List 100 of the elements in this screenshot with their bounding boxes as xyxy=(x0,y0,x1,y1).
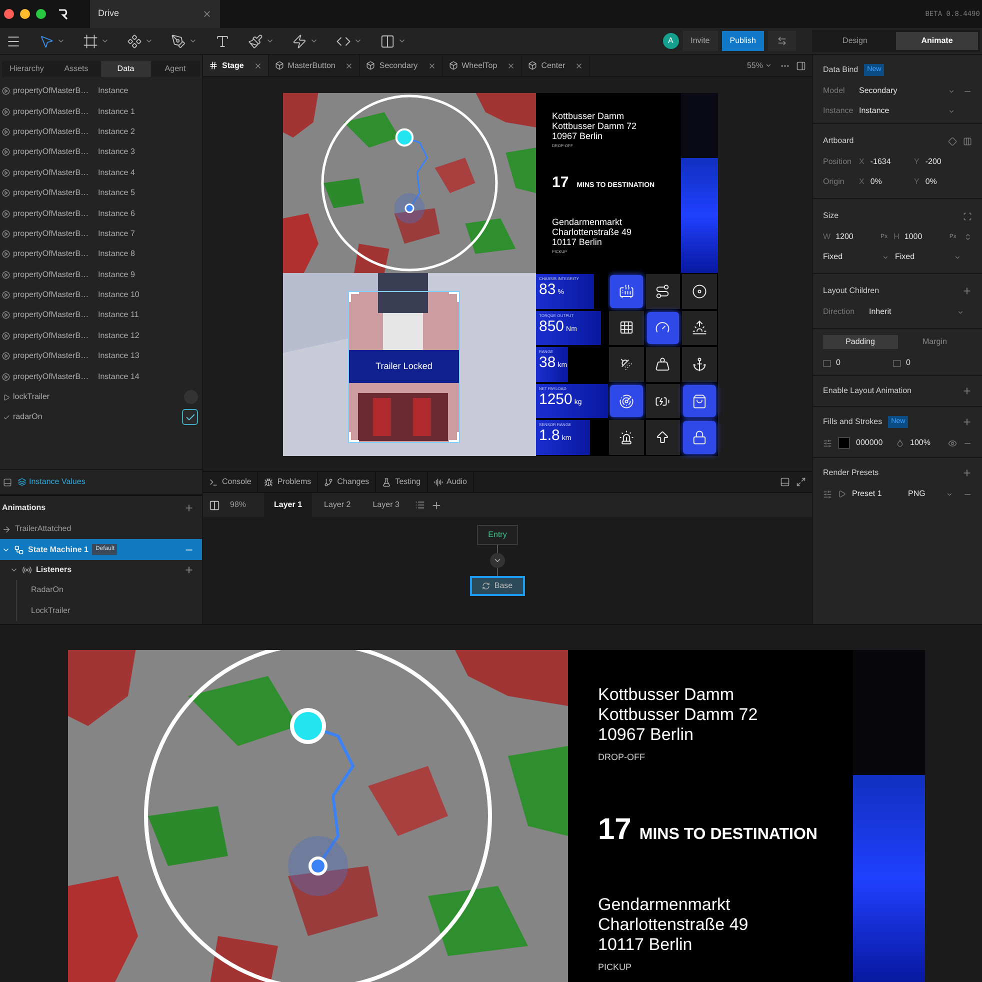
panel-tab[interactable]: Testing xyxy=(376,472,428,492)
animation-item[interactable]: TrailerAttatched xyxy=(0,519,202,540)
corner-handle[interactable] xyxy=(449,432,459,442)
expand-icon[interactable] xyxy=(2,270,10,279)
expand-icon[interactable] xyxy=(2,148,10,156)
add-icon[interactable] xyxy=(962,286,972,296)
selection-frame[interactable]: Trailer Locked xyxy=(348,291,460,443)
number-field[interactable]: 0 xyxy=(893,357,963,369)
publish-button[interactable]: Publish xyxy=(722,31,764,51)
instance-values-link[interactable]: Instance Values xyxy=(18,476,86,488)
number-field[interactable]: 0 xyxy=(823,357,893,369)
stepper-icon[interactable] xyxy=(964,233,972,241)
close-icon[interactable] xyxy=(575,62,584,70)
columns-tool[interactable] xyxy=(380,34,406,48)
control-tile[interactable] xyxy=(609,310,644,346)
add-icon[interactable] xyxy=(431,500,442,510)
expand-icon[interactable] xyxy=(2,108,10,116)
dropdown[interactable]: Fixed xyxy=(895,251,967,263)
pen-tool[interactable] xyxy=(171,34,197,48)
expand-icon[interactable] xyxy=(2,372,10,381)
expand-icon[interactable] xyxy=(2,189,10,198)
frame-tool[interactable] xyxy=(83,34,109,48)
number-field[interactable]: Y 0% xyxy=(914,176,969,188)
text-tool[interactable] xyxy=(215,34,230,48)
animation-item[interactable]: RadarOn xyxy=(0,580,202,601)
dropdown[interactable]: Inherit xyxy=(869,306,972,318)
control-tile[interactable] xyxy=(682,310,717,346)
panel-tab[interactable]: Data xyxy=(101,61,150,77)
add-icon[interactable] xyxy=(184,564,194,575)
dropdown[interactable]: Fixed xyxy=(823,251,895,263)
document-tab[interactable]: Center xyxy=(522,55,590,76)
menu-tool[interactable] xyxy=(6,34,21,48)
panel-icon[interactable] xyxy=(796,60,806,70)
play-icon[interactable] xyxy=(838,490,846,498)
swap-button[interactable] xyxy=(768,31,796,51)
state-node[interactable]: Base xyxy=(470,576,525,596)
pointer-tool[interactable] xyxy=(39,34,65,48)
bolt-tool[interactable] xyxy=(292,34,318,48)
document-tab[interactable]: Drive xyxy=(90,0,220,28)
document-tab[interactable]: Secondary xyxy=(360,55,443,76)
expand-icon[interactable] xyxy=(2,332,10,340)
control-tile[interactable] xyxy=(646,384,680,418)
number-field[interactable]: X 0% xyxy=(859,176,914,188)
color-swatch[interactable] xyxy=(838,437,850,449)
close-icon[interactable] xyxy=(507,62,516,70)
expand-icon[interactable] xyxy=(796,477,806,487)
layer-tab[interactable]: Layer 2 xyxy=(314,493,361,517)
diamond-icon[interactable] xyxy=(948,136,957,146)
dropdown[interactable]: Secondary xyxy=(859,85,963,97)
pause-icon[interactable] xyxy=(209,500,220,510)
animation-item[interactable]: Listeners xyxy=(0,560,202,580)
expand-icon[interactable] xyxy=(2,291,10,300)
number-field[interactable]: Y -200 xyxy=(914,156,969,168)
panel-tab[interactable]: Assets xyxy=(52,61,101,77)
number-field[interactable]: X -1634 xyxy=(859,156,914,168)
add-icon[interactable] xyxy=(962,468,972,478)
expand-icon[interactable] xyxy=(2,210,10,218)
mode-tab[interactable]: Design xyxy=(814,32,896,50)
control-tile[interactable] xyxy=(646,312,680,344)
columns-icon[interactable] xyxy=(963,136,972,146)
expand-icon[interactable] xyxy=(2,87,10,96)
control-tile[interactable] xyxy=(646,347,680,382)
resize-icon[interactable] xyxy=(963,212,972,220)
zoom-dropdown[interactable]: 55% xyxy=(746,60,772,72)
layer-tab[interactable]: Layer 1 xyxy=(264,493,312,517)
panel-tab[interactable]: Hierarchy xyxy=(2,61,52,77)
layer-tab[interactable]: Layer 3 xyxy=(362,493,410,517)
control-tile[interactable] xyxy=(609,420,644,455)
mode-tab[interactable]: Animate xyxy=(896,32,978,50)
invite-button[interactable]: Invite xyxy=(682,31,718,51)
close-icon[interactable] xyxy=(345,62,354,70)
dropdown[interactable]: PNG xyxy=(908,488,957,500)
corner-handle[interactable] xyxy=(449,292,459,302)
document-tab[interactable]: MasterButton xyxy=(268,55,360,76)
expand-icon[interactable] xyxy=(2,250,10,258)
control-tile[interactable] xyxy=(609,347,644,382)
document-tab[interactable]: WheelTop xyxy=(442,55,522,76)
panel-tab[interactable]: Console xyxy=(203,472,258,492)
expand-icon[interactable] xyxy=(2,311,10,320)
panel-icon[interactable] xyxy=(780,477,790,487)
minimize-window-button[interactable] xyxy=(20,9,30,19)
panel-tab[interactable]: Agent xyxy=(150,61,200,77)
eye-icon[interactable] xyxy=(948,438,957,448)
control-tile[interactable] xyxy=(682,347,717,382)
control-tile[interactable] xyxy=(683,421,716,454)
close-icon[interactable] xyxy=(254,62,262,70)
spacing-tab[interactable]: Margin xyxy=(898,335,972,349)
close-window-button[interactable] xyxy=(4,9,14,19)
dropdown[interactable]: Instance xyxy=(859,105,963,117)
control-tile[interactable] xyxy=(646,420,680,455)
brush-tool[interactable] xyxy=(248,34,274,48)
state-node[interactable]: Entry xyxy=(477,525,518,545)
expand-icon[interactable] xyxy=(2,168,10,177)
list-icon[interactable] xyxy=(415,500,426,510)
control-tile[interactable] xyxy=(646,274,680,309)
panel-tab[interactable]: Changes xyxy=(318,472,376,492)
panel-tab[interactable]: Problems xyxy=(258,472,318,492)
spacing-tab[interactable]: Padding xyxy=(823,335,898,349)
maximize-window-button[interactable] xyxy=(36,9,46,19)
animation-item[interactable]: LockTrailer xyxy=(0,600,202,621)
